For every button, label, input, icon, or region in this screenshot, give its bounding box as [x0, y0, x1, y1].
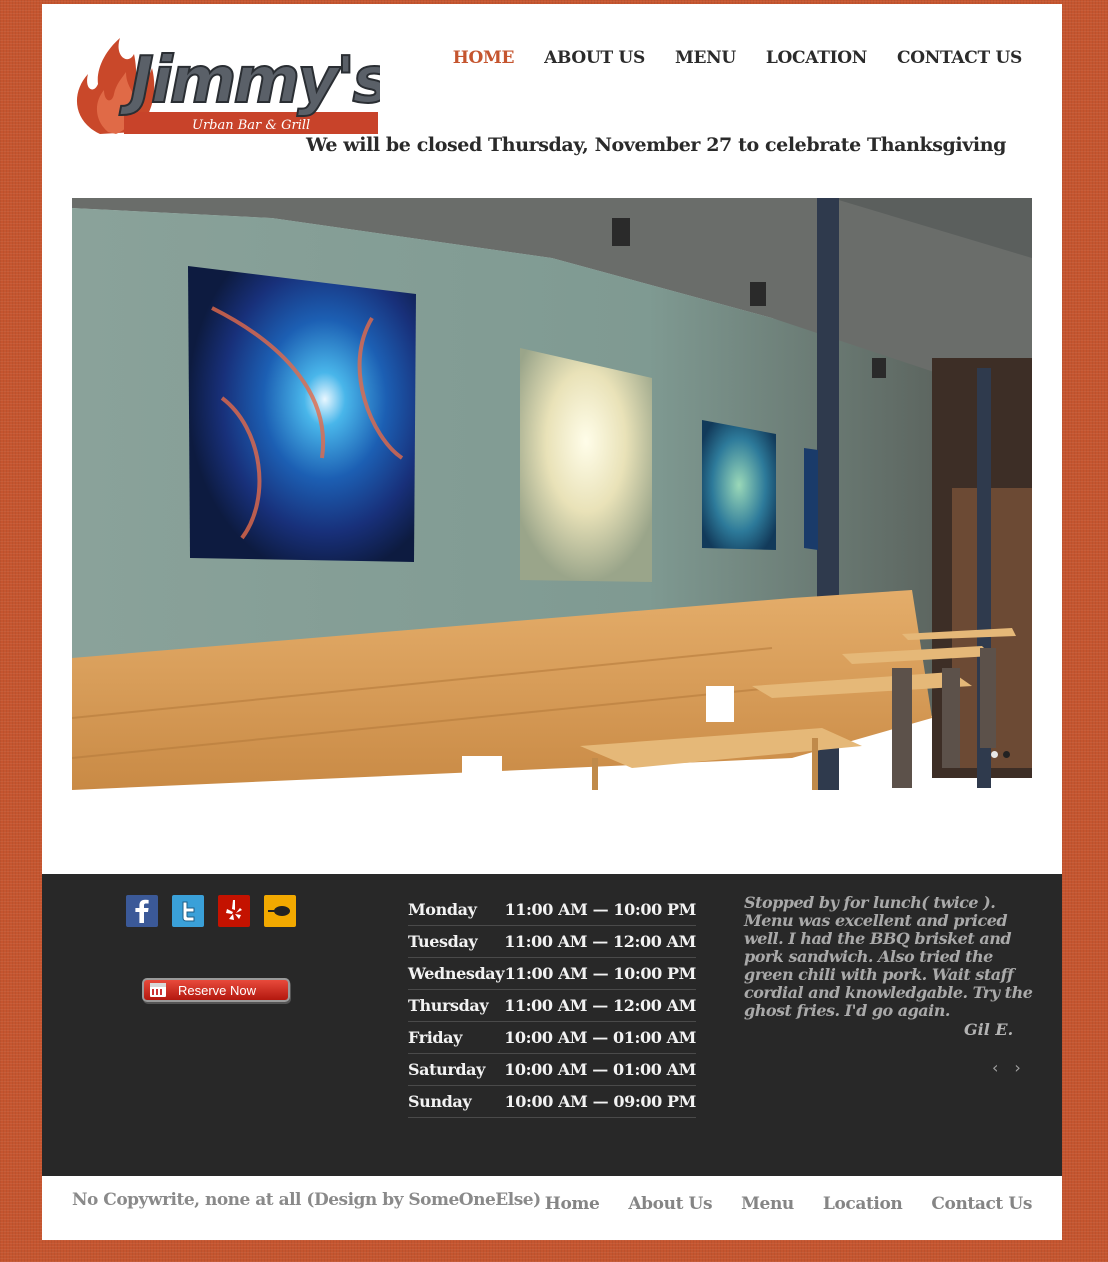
urbanspoon-icon[interactable] [264, 895, 296, 927]
reserve-now-button[interactable]: Reserve Now [142, 978, 290, 1002]
calendar-icon [150, 983, 166, 997]
hours-day: Friday [408, 1028, 463, 1047]
hours-day: Wednesday [408, 964, 505, 983]
main-nav: HOME ABOUT US MENU LOCATION CONTACT US [453, 48, 1023, 68]
testimonial-text: Stopped by for lunch( twice ). Menu was … [744, 893, 1033, 1020]
hours-day: Thursday [408, 996, 489, 1015]
facebook-icon[interactable] [126, 895, 158, 927]
closure-notice: We will be closed Thursday, November 27 … [306, 134, 1007, 156]
footer-nav-about-us[interactable]: About Us [628, 1194, 712, 1214]
yelp-icon[interactable] [218, 895, 250, 927]
opening-hours: Monday 11:00 AM — 10:00 PM Tuesday 11:00… [408, 894, 696, 1118]
logo-tagline: Urban Bar & Grill [192, 118, 310, 133]
hours-row: Tuesday 11:00 AM — 12:00 AM [408, 926, 696, 958]
logo[interactable]: Urban Bar & Grill Jimmy's [72, 32, 392, 138]
hours-day: Saturday [408, 1060, 486, 1079]
hours-time: 10:00 AM — 01:00 AM [504, 1028, 696, 1047]
nav-home[interactable]: HOME [453, 48, 515, 68]
testimonial-author: Gil E. [964, 1020, 1014, 1039]
footer-nav-contact-us[interactable]: Contact Us [931, 1194, 1032, 1214]
hours-row: Wednesday 11:00 AM — 10:00 PM [408, 958, 696, 990]
footer-nav-home[interactable]: Home [545, 1194, 600, 1214]
hours-row: Saturday 10:00 AM — 01:00 AM [408, 1054, 696, 1086]
hours-row: Monday 11:00 AM — 10:00 PM [408, 894, 696, 926]
twitter-icon[interactable] [172, 895, 204, 927]
footer-nav-menu[interactable]: Menu [741, 1194, 794, 1214]
slider-dot-1[interactable] [991, 751, 998, 758]
hours-time: 10:00 AM — 09:00 PM [504, 1092, 697, 1111]
hours-row: Friday 10:00 AM — 01:00 AM [408, 1022, 696, 1054]
reserve-now-label: Reserve Now [178, 982, 257, 998]
footer-nav-location[interactable]: Location [823, 1194, 903, 1214]
hours-day: Tuesday [408, 932, 478, 951]
chevron-left-icon[interactable]: ‹ [992, 1058, 998, 1077]
nav-location[interactable]: LOCATION [766, 48, 867, 68]
slider-dot-2[interactable] [1003, 751, 1010, 758]
hours-time: 11:00 AM — 12:00 AM [504, 996, 696, 1015]
social-links [126, 895, 296, 927]
hours-time: 11:00 AM — 10:00 PM [504, 900, 697, 919]
hours-time: 10:00 AM — 01:00 AM [504, 1060, 696, 1079]
hours-row: Sunday 10:00 AM — 09:00 PM [408, 1086, 696, 1118]
hours-day: Sunday [408, 1092, 472, 1111]
nav-about-us[interactable]: ABOUT US [544, 48, 645, 68]
page-container: Urban Bar & Grill Jimmy's HOME ABOUT US … [42, 4, 1062, 1240]
copyright-text: No Copywrite, none at all (Design by Som… [72, 1190, 541, 1210]
chevron-right-icon[interactable]: › [1014, 1058, 1020, 1077]
footer-nav: Home About Us Menu Location Contact Us [545, 1194, 1033, 1214]
logo-graphic: Urban Bar & Grill Jimmy's [76, 38, 392, 134]
restaurant-interior-photo [72, 198, 1032, 790]
footer-panel: Reserve Now Monday 11:00 AM — 10:00 PM T… [42, 874, 1062, 1176]
image-slider[interactable] [72, 198, 1032, 790]
hours-time: 11:00 AM — 10:00 PM [504, 964, 697, 983]
logo-wordmark: Jimmy's [119, 44, 380, 118]
slider-dots [991, 751, 1010, 758]
hours-row: Thursday 11:00 AM — 12:00 AM [408, 990, 696, 1022]
nav-menu[interactable]: MENU [675, 48, 736, 68]
hours-day: Monday [408, 900, 477, 919]
hours-time: 11:00 AM — 12:00 AM [504, 932, 696, 951]
testimonial-controls: ‹ › [992, 1058, 1021, 1077]
nav-contact-us[interactable]: CONTACT US [897, 48, 1022, 68]
